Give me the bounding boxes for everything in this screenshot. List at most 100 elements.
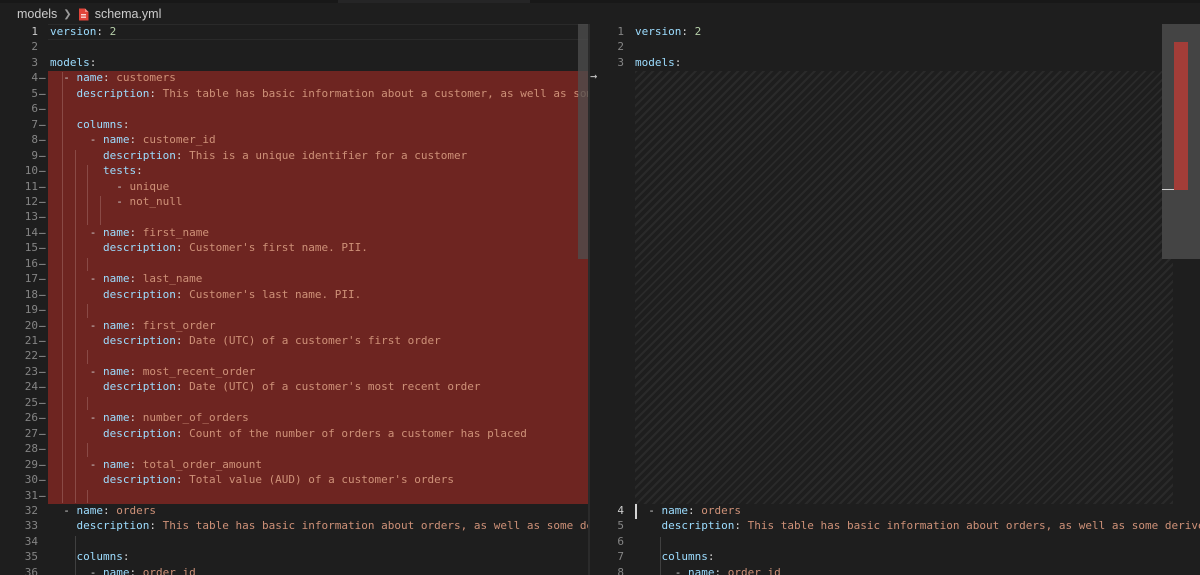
removed-line-marker: — (39, 395, 46, 409)
code-text: description: This table has basic inform… (635, 518, 1200, 533)
chevron-right-icon: ❯ (63, 8, 72, 20)
removed-line-marker: — (39, 148, 46, 162)
code-token: : (122, 550, 130, 564)
code-line[interactable]: 35 columns: (0, 549, 590, 564)
code-line[interactable]: 20— - name: first_order (0, 318, 590, 333)
code-line[interactable]: 31— (0, 488, 590, 503)
code-line[interactable]: 22— (0, 348, 590, 363)
code-line[interactable]: 6— (0, 101, 590, 116)
code-token: name (102, 133, 130, 147)
code-text: - not_null (50, 194, 182, 209)
code-line[interactable]: 1 version: 2 (0, 24, 590, 39)
code-line[interactable]: 33 description: This table has basic inf… (0, 518, 590, 533)
breadcrumb-folder[interactable]: models (17, 7, 57, 21)
code-line[interactable]: 14— - name: first_name (0, 225, 590, 240)
code-line[interactable]: 4 - name: orders (590, 503, 1200, 518)
code-token: Total value (AUD) of a customer's orders (189, 473, 454, 487)
line-number: 29 (24, 457, 38, 471)
code-line[interactable]: 7— columns: (0, 117, 590, 132)
code-line[interactable]: 2 (590, 39, 1200, 54)
line-number: 10 (24, 164, 38, 178)
indent-guide (660, 537, 661, 575)
code-token: : (674, 55, 682, 69)
code-line[interactable]: 4— - name: customers (0, 70, 590, 85)
removed-line-marker: — (39, 102, 46, 116)
code-token: : (103, 71, 117, 85)
code-line[interactable]: 6 (590, 534, 1200, 549)
breadcrumb-file[interactable]: schema.yml (95, 7, 162, 21)
code-token: Date (UTC) of a customer's first order (189, 334, 441, 347)
code-line[interactable]: 13— (0, 209, 590, 224)
code-token: orders (116, 503, 156, 517)
code-line[interactable]: 25— (0, 395, 590, 410)
code-line[interactable]: 2 (0, 39, 590, 54)
code-line[interactable]: 5 description: This table has basic info… (590, 518, 1200, 533)
code-line[interactable]: 3 models: (0, 55, 590, 70)
code-line[interactable]: 1 version: 2 (590, 24, 1200, 39)
code-line[interactable]: 21— description: Date (UTC) of a custome… (0, 333, 590, 348)
code-line[interactable]: 29— - name: total_order_amount (0, 457, 590, 472)
code-line[interactable]: 30— description: Total value (AUD) of a … (0, 472, 590, 487)
minimap-position-marker (1162, 189, 1174, 190)
code-line[interactable]: 34 (0, 534, 590, 549)
code-token: models (50, 55, 90, 69)
line-number: 5 (617, 519, 624, 533)
code-text: description: Date (UTC) of a customer's … (50, 333, 441, 348)
code-line[interactable]: 16— (0, 256, 590, 271)
code-line[interactable]: 36 - name: order_id (0, 565, 590, 575)
code-token: : (175, 287, 190, 301)
code-line[interactable]: 10— tests: (0, 163, 590, 178)
code-line[interactable]: 18— description: Customer's last name. P… (0, 287, 590, 302)
code-line[interactable]: 7 columns: (590, 549, 1200, 564)
line-number: 7 (617, 550, 624, 564)
vertical-scrollbar[interactable] (578, 24, 588, 259)
code-line[interactable]: 5— description: This table has basic inf… (0, 86, 590, 101)
line-number: 14 (24, 225, 38, 239)
code-line[interactable]: 19— (0, 302, 590, 317)
code-line[interactable]: 24— description: Date (UTC) of a custome… (0, 379, 590, 394)
code-token: description (76, 86, 150, 100)
removed-line-marker: — (39, 287, 46, 301)
code-text: description: Date (UTC) of a customer's … (50, 379, 481, 394)
code-line[interactable]: 11— - unique (0, 179, 590, 194)
removed-line-marker: — (39, 241, 46, 255)
code-text: description: This table has basic inform… (50, 518, 591, 533)
code-line[interactable]: 26— - name: number_of_orders (0, 410, 590, 425)
indent-guide (75, 535, 76, 575)
removed-line-marker: — (39, 86, 46, 100)
code-line[interactable]: 15— description: Customer's first name. … (0, 240, 590, 255)
code-line[interactable]: 17— - name: last_name (0, 271, 590, 286)
code-token: : (136, 164, 143, 178)
code-token: This table has basic information about o… (162, 519, 590, 533)
revert-arrow-icon[interactable]: → (590, 69, 606, 83)
code-line[interactable]: 12— - not_null (0, 194, 590, 209)
original-editor-pane[interactable]: 1 version: 2 2 3 models: 4— - name: customers… (0, 24, 590, 575)
removed-line-marker: — (39, 256, 46, 270)
code-token: - (50, 318, 103, 332)
code-line[interactable]: 32 - name: orders (0, 503, 590, 518)
code-line[interactable]: 28— (0, 441, 590, 456)
line-number: 22 (24, 349, 38, 363)
minimap[interactable] (1162, 24, 1200, 259)
code-text: - name: total_order_amount (50, 457, 262, 472)
removed-line-marker: — (39, 442, 46, 456)
line-number: 5 (31, 86, 38, 100)
code-line[interactable]: 3 models: (590, 55, 1200, 70)
code-line[interactable]: 23— - name: most_recent_order (0, 364, 590, 379)
deleted-lines-placeholder (635, 71, 1173, 504)
code-token: : (175, 380, 190, 394)
modified-editor-pane[interactable]: → 1 version: 2 2 3 models: 4 - name: orders 5 … (590, 24, 1200, 575)
code-token: : (89, 55, 97, 69)
code-token: This table has basic information about a… (162, 86, 590, 100)
code-line[interactable]: 27— description: Count of the number of … (0, 426, 590, 441)
code-text: description: This table has basic inform… (50, 86, 591, 101)
code-line[interactable]: 9— description: This is a unique identif… (0, 148, 590, 163)
code-line[interactable]: 8 - name: order_id (590, 565, 1200, 575)
code-token: name (102, 272, 130, 286)
code-line[interactable]: 8— - name: customer_id (0, 132, 590, 147)
removed-line-marker: — (39, 426, 46, 440)
